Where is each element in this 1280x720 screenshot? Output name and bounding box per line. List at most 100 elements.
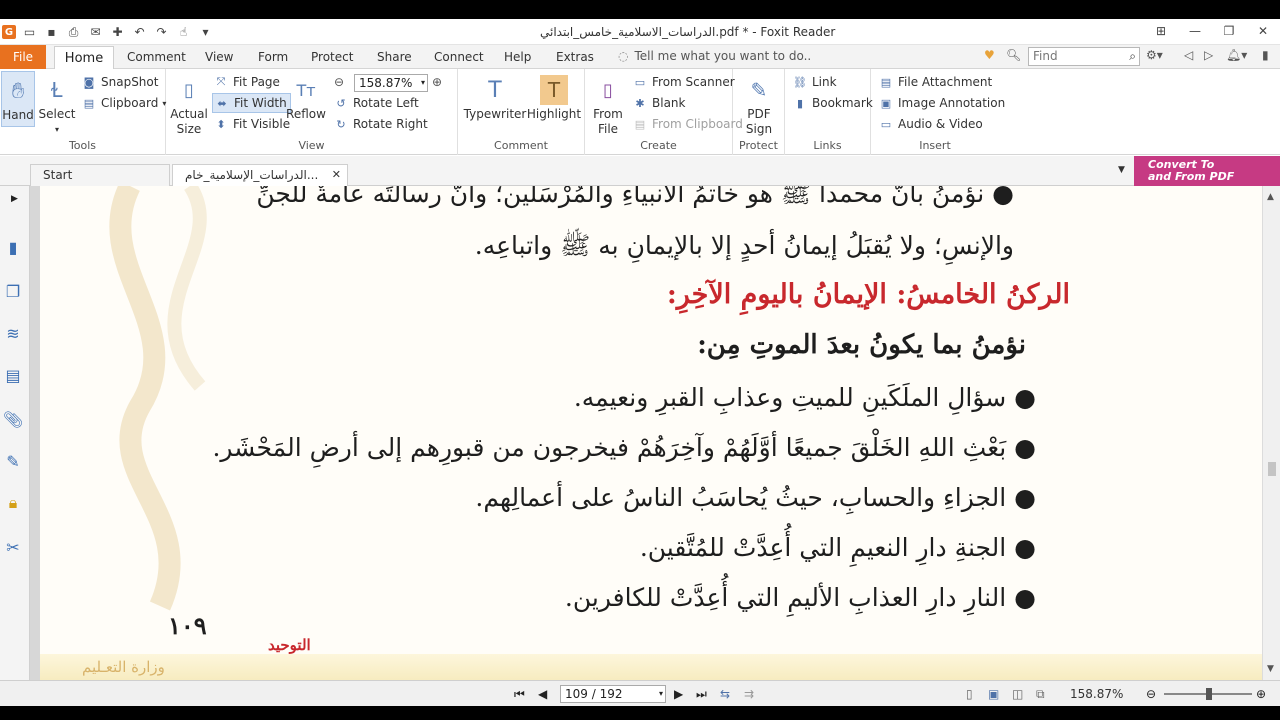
notification-icon[interactable]: 🔔︎▾ (1226, 48, 1247, 62)
last-page-icon[interactable]: ⏭ (696, 687, 707, 702)
rotate-right-button[interactable]: ↻ Rotate Right (334, 117, 427, 131)
tell-me-box[interactable]: ◌ Tell me what you want to do.. (618, 49, 811, 63)
forward-icon[interactable]: ▷ (1204, 48, 1213, 62)
fit-page-button[interactable]: ⤧ Fit Page (214, 75, 280, 89)
minimize-button[interactable]: — (1178, 19, 1212, 43)
comments-panel-icon[interactable]: ▤ (2, 364, 24, 386)
hand-button[interactable]: ✋︎ Hand (1, 71, 35, 127)
facing-icon[interactable]: ◫ (1012, 687, 1023, 701)
layers-panel-icon[interactable]: ≋ (2, 322, 24, 344)
signatures-panel-icon[interactable]: ✎ (2, 450, 24, 472)
highlight-button[interactable]: T Highlight (527, 75, 581, 122)
hand-tool-icon[interactable]: ☝ (175, 24, 192, 40)
single-page-icon[interactable]: ▯ (966, 687, 973, 701)
from-file-button[interactable]: ▯ From File (589, 75, 627, 137)
group-insert: ▤ File Attachment ▣ Image Annotation ▭ A… (871, 69, 1005, 155)
tab-extras[interactable]: Extras (556, 50, 594, 64)
user-icon[interactable]: ▮ (1262, 48, 1269, 62)
search-folder-icon[interactable]: 🔍︎ (1006, 48, 1021, 62)
search-icon[interactable]: ⌕ (1129, 48, 1136, 65)
tab-share[interactable]: Share (377, 50, 412, 64)
scroll-down-icon[interactable]: ▼ (1267, 664, 1274, 674)
audio-video-button[interactable]: ▭ Audio & Video (879, 117, 983, 131)
reflow-button[interactable]: Tт Reflow (286, 75, 326, 122)
group-protect: ✎ PDF Sign Protect (733, 69, 785, 155)
bookmark-button[interactable]: ▮ Bookmark (793, 96, 873, 110)
find-input[interactable]: Find ⌕ (1028, 47, 1140, 66)
scroll-thumb[interactable] (1268, 462, 1276, 476)
new-icon[interactable]: ✚ (109, 24, 126, 40)
settings-icon[interactable]: ⚙▾ (1146, 48, 1163, 62)
vertical-scrollbar[interactable]: ▲ ▼ (1262, 186, 1280, 680)
select-label: Select (38, 107, 76, 121)
customize-qat-icon[interactable]: ▾ (197, 24, 214, 40)
tab-form[interactable]: Form (258, 50, 288, 64)
pages-panel-icon[interactable]: ❐ (2, 280, 24, 302)
attachments-panel-icon[interactable]: 📎︎ (2, 408, 24, 430)
zoom-select[interactable]: 158.87% ▾ (354, 74, 428, 92)
fit-width-button[interactable]: ⬌ Fit Width (212, 93, 291, 113)
redo-icon[interactable]: ↷ (153, 24, 170, 40)
tab-document[interactable]: الدراسات_الإسلامية_خام... ✕ (172, 164, 348, 186)
continuous-facing-icon[interactable]: ⧉ (1036, 687, 1045, 702)
chevron-down-icon: ▾ (420, 78, 425, 87)
zoom-out-icon[interactable]: ⊖ (1146, 687, 1156, 701)
footer-topic: التوحيد (268, 636, 311, 654)
file-tab[interactable]: File (0, 45, 46, 69)
close-tab-icon[interactable]: ✕ (332, 165, 341, 185)
expand-panel-icon[interactable]: ▶ (11, 194, 18, 204)
tab-comment[interactable]: Comment (127, 50, 186, 64)
tab-help[interactable]: Help (504, 50, 531, 64)
lock-icon[interactable]: 🔒︎ (2, 492, 24, 514)
zoom-out-icon[interactable]: ⊖ (334, 75, 344, 89)
email-icon[interactable]: ✉ (87, 24, 104, 40)
heart-icon[interactable]: ♥ (984, 48, 995, 62)
layout-icon[interactable]: ⊞ (1144, 19, 1178, 43)
open-icon[interactable]: ▭ (21, 24, 38, 40)
save-icon[interactable]: ▪ (43, 24, 60, 40)
continuous-icon[interactable]: ▣ (988, 687, 999, 701)
print-icon[interactable]: ⎙ (65, 24, 82, 40)
typewriter-button[interactable]: T Typewriter (464, 75, 527, 122)
undo-icon[interactable]: ↶ (131, 24, 148, 40)
convert-to-pdf-banner[interactable]: Convert To and From PDF (1134, 156, 1280, 186)
zoom-slider[interactable] (1164, 688, 1252, 700)
file-attachment-button[interactable]: ▤ File Attachment (879, 75, 992, 89)
next-page-icon[interactable]: ▶ (674, 687, 683, 701)
tab-home[interactable]: Home (54, 46, 114, 70)
clipboard-button[interactable]: ▤ Clipboard ▾ (82, 96, 167, 110)
tab-connect[interactable]: Connect (434, 50, 484, 64)
page-number-input[interactable]: 109 / 192 ▾ (560, 685, 666, 703)
rotate-left-button[interactable]: ↺ Rotate Left (334, 96, 418, 110)
select-button[interactable]: Ɫ Select ▾ (38, 75, 76, 137)
content-panel-icon[interactable]: ✂ (2, 536, 24, 558)
previous-page-icon[interactable]: ◀ (538, 687, 547, 701)
zoom-in-icon[interactable]: ⊕ (1256, 687, 1266, 701)
image-annotation-button[interactable]: ▣ Image Annotation (879, 96, 1005, 110)
pdf-sign-button[interactable]: ✎ PDF Sign (739, 75, 779, 137)
group-label-tools: Tools (68, 139, 97, 152)
first-page-icon[interactable]: ⏮ (514, 687, 525, 702)
pen-sign-icon: ✎ (750, 77, 768, 102)
actual-size-button[interactable]: ▯ Actual Size (170, 75, 208, 137)
scroll-up-icon[interactable]: ▲ (1267, 192, 1274, 202)
blank-button[interactable]: ✱ Blank (633, 96, 685, 110)
zoom-slider-knob[interactable] (1206, 688, 1212, 700)
previous-view-icon[interactable]: ⇆ (720, 687, 730, 701)
next-view-icon[interactable]: ⇉ (744, 687, 754, 701)
close-button[interactable]: ✕ (1246, 19, 1280, 43)
tab-list-chevron-icon[interactable]: ▼ (1118, 165, 1125, 175)
restore-button[interactable]: ❐ (1212, 19, 1246, 43)
tab-protect[interactable]: Protect (311, 50, 353, 64)
bookmarks-panel-icon[interactable]: ▮ (2, 236, 24, 258)
link-button[interactable]: ⛓︎ Link (793, 75, 837, 89)
tab-view[interactable]: View (205, 50, 233, 64)
fit-visible-button[interactable]: ⬍ Fit Visible (214, 117, 290, 131)
back-icon[interactable]: ◁ (1184, 48, 1193, 62)
from-clipboard-button[interactable]: ▤ From Clipboard (633, 117, 743, 131)
tab-start[interactable]: Start (30, 164, 170, 186)
zoom-in-icon[interactable]: ⊕ (432, 75, 442, 89)
from-scanner-button[interactable]: ▭ From Scanner (633, 75, 735, 89)
snapshot-button[interactable]: ◙ SnapShot (82, 75, 159, 89)
pdf-sign-label: PDF Sign (745, 107, 773, 136)
